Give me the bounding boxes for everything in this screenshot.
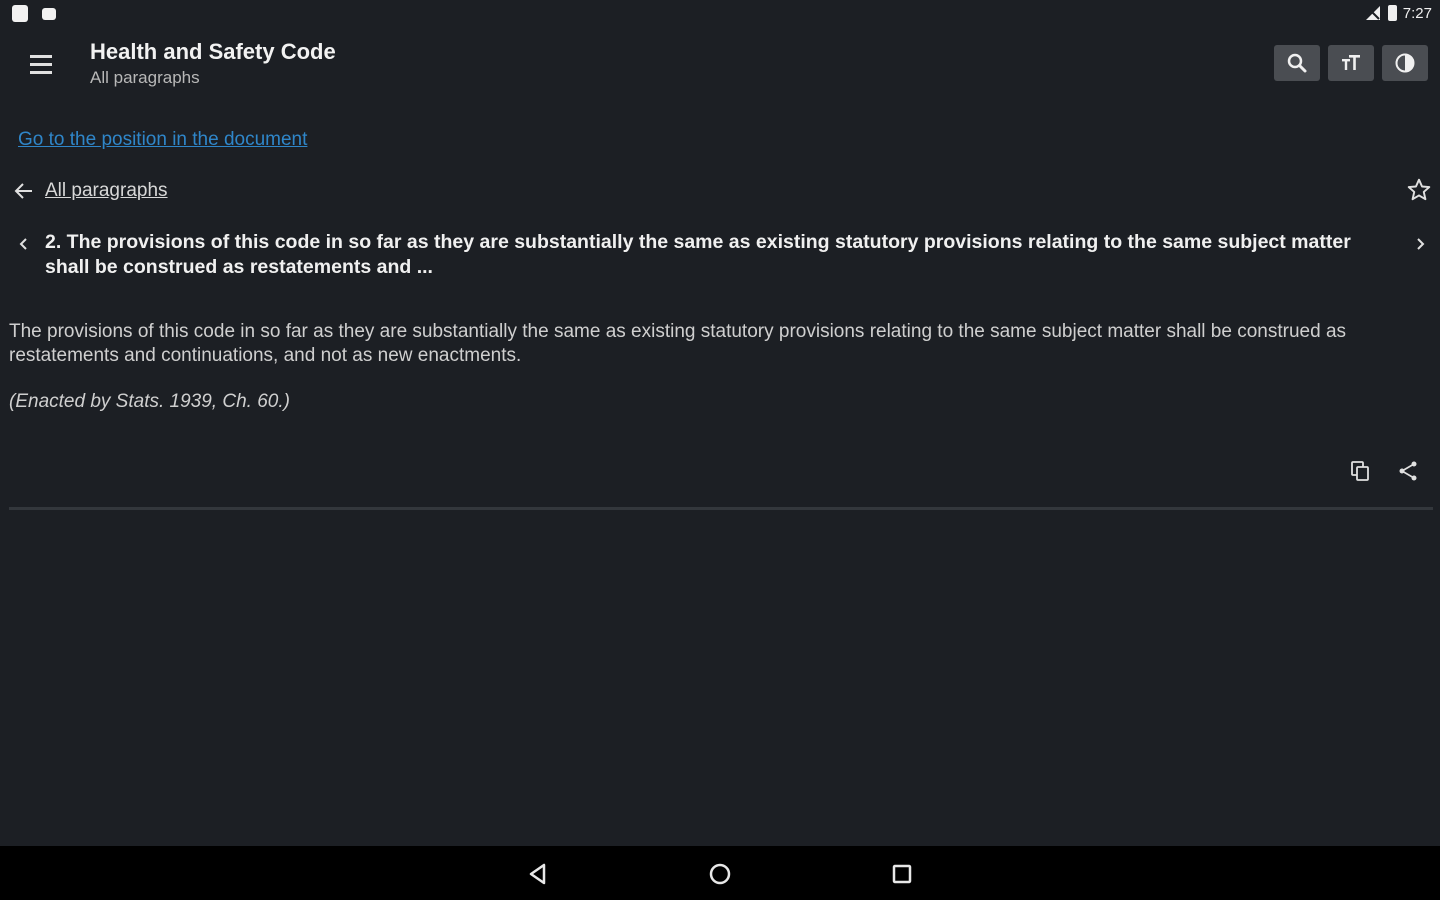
contrast-icon bbox=[1395, 53, 1415, 73]
search-icon bbox=[1287, 53, 1307, 73]
enacted-note: (Enacted by Stats. 1939, Ch. 60.) bbox=[9, 391, 290, 412]
system-nav-bar bbox=[0, 846, 1440, 900]
nav-home-icon[interactable] bbox=[705, 860, 735, 888]
title-block: Health and Safety Code All paragraphs bbox=[90, 39, 336, 88]
status-indicators: 7:27 bbox=[1364, 4, 1432, 22]
share-button[interactable] bbox=[1396, 458, 1420, 484]
paragraph-actions bbox=[1348, 458, 1420, 484]
app-bar: Health and Safety Code All paragraphs bbox=[0, 28, 1440, 100]
status-notifications bbox=[12, 5, 56, 22]
search-button[interactable] bbox=[1274, 45, 1320, 81]
nav-back-icon[interactable] bbox=[524, 860, 554, 888]
arrow-back-icon[interactable] bbox=[12, 179, 36, 203]
notification-icon bbox=[42, 8, 56, 20]
copy-icon bbox=[1351, 461, 1369, 481]
status-bar: 7:27 bbox=[0, 0, 1440, 28]
hamburger-menu-icon[interactable] bbox=[22, 46, 60, 82]
notification-icon bbox=[12, 5, 28, 22]
app-title: Health and Safety Code bbox=[90, 39, 336, 64]
app-subtitle: All paragraphs bbox=[90, 68, 200, 87]
contrast-button[interactable] bbox=[1382, 45, 1428, 81]
goto-position-link[interactable]: Go to the position in the document bbox=[18, 129, 307, 151]
screen: 7:27 Health and Safety Code All paragrap… bbox=[0, 0, 1440, 900]
nav-recents-icon[interactable] bbox=[887, 860, 917, 888]
chevron-right-icon[interactable] bbox=[1412, 234, 1430, 254]
chevron-left-icon[interactable] bbox=[14, 234, 32, 254]
text-size-icon bbox=[1342, 55, 1360, 70]
paragraph-heading: 2. The provisions of this code in so far… bbox=[45, 231, 1351, 278]
star-icon[interactable] bbox=[1406, 177, 1432, 203]
breadcrumb: All paragraphs bbox=[12, 177, 1432, 207]
toolbar bbox=[1274, 45, 1428, 81]
paragraph-body: The provisions of this code in so far as… bbox=[9, 321, 1347, 366]
battery-icon bbox=[1387, 5, 1397, 21]
divider bbox=[9, 507, 1433, 510]
status-time: 7:27 bbox=[1402, 4, 1432, 22]
signal-icon bbox=[1365, 6, 1380, 20]
breadcrumb-link[interactable]: All paragraphs bbox=[45, 180, 168, 202]
copy-button[interactable] bbox=[1348, 458, 1372, 484]
text-size-button[interactable] bbox=[1328, 45, 1374, 81]
share-icon bbox=[1399, 461, 1417, 481]
